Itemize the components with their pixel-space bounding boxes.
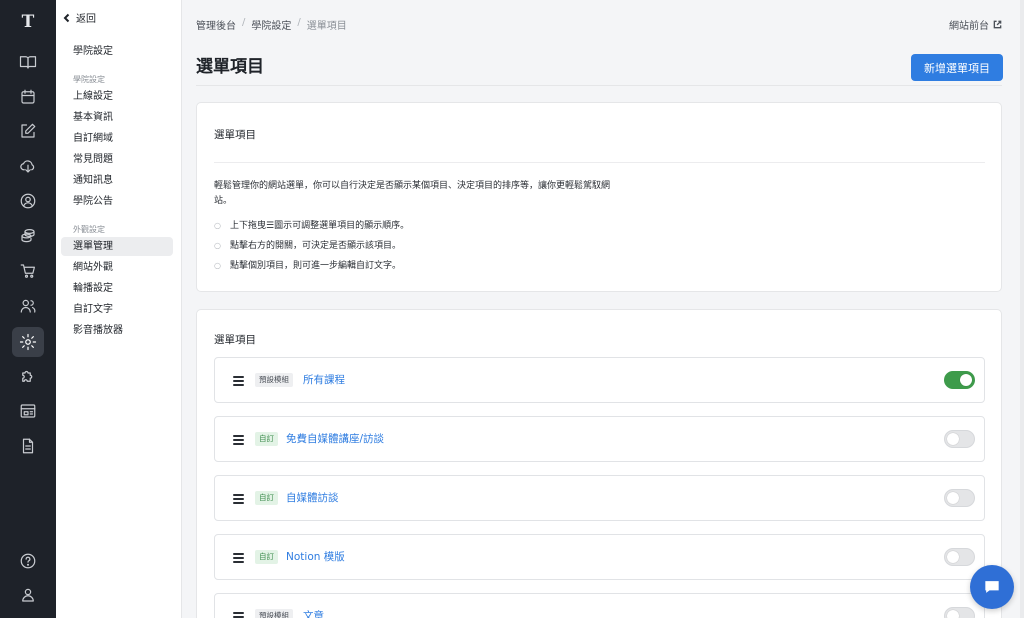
settings-sidebar: 返回 學院設定 學院設定 上線設定 基本資訊 自訂網域 常見問題 通知訊息 學院… [56,0,182,618]
info-card-title: 選單項目 [214,129,256,141]
drag-handle-icon[interactable] [233,376,244,386]
menu-items-card: 選單項目 預設模組 所有課程 自訂 免費自媒體講座/訪談 自訂 自媒體訪談 自訂… [196,309,1002,618]
cart-icon[interactable] [12,256,44,286]
main-content: 管理後台 / 學院設定 / 選單項目 網站前台 選單項目 新增選單項目 選單項目… [182,0,1024,618]
add-menu-item-button[interactable]: 新增選單項目 [911,54,1003,81]
external-link-icon [993,20,1002,29]
breadcrumb-academy-settings[interactable]: 學院設定 [251,17,291,32]
sidebar-item-site-appearance[interactable]: 網站外觀 [61,258,173,277]
chat-support-button[interactable] [970,565,1014,609]
drag-handle-icon[interactable] [233,435,244,445]
page-title: 選單項目 [196,57,264,77]
visibility-toggle[interactable] [944,371,975,389]
breadcrumb-separator: / [297,17,301,28]
sidebar-item-basic-info[interactable]: 基本資訊 [61,108,173,127]
breadcrumb-separator: / [242,17,246,28]
visibility-toggle[interactable] [944,548,975,566]
coins-icon[interactable] [12,221,44,251]
back-link[interactable]: 返回 [62,10,96,25]
account-icon[interactable] [12,580,44,610]
breadcrumb-admin[interactable]: 管理後台 [196,17,236,32]
chat-bubble-icon [985,581,999,593]
user-circle-icon[interactable] [12,186,44,216]
list-item: ○ 點擊右方的開關，可決定是否顯示該項目。 [214,241,402,251]
breadcrumb-current: 選單項目 [306,21,347,32]
menu-item-label[interactable]: Notion 模版 [286,549,345,564]
info-card: 選單項目 輕鬆管理你的網站選單，你可以自行決定是否顯示某個項目、決定項目的排序等… [196,102,1002,292]
front-site-link[interactable]: 網站前台 [949,17,1002,32]
badge-default-module: 預設模組 [255,609,293,618]
visibility-toggle[interactable] [944,430,975,448]
menu-item-row[interactable]: 預設模組 文章 [214,593,985,618]
sidebar-item-custom-domain[interactable]: 自訂網域 [61,129,173,148]
sidebar-item-announcements[interactable]: 學院公告 [61,192,173,211]
sidebar-group-appearance: 外觀設定 [73,225,105,234]
list-item: ○ 上下拖曳☰圖示可調整選單項目的顯示順序。 [214,221,410,231]
book-icon[interactable] [12,47,44,77]
visibility-toggle[interactable] [944,607,975,618]
back-label: 返回 [76,14,96,25]
info-description: 輕鬆管理你的網站選單，你可以自行決定是否顯示某個項目、決定項目的排序等，讓你更輕… [214,181,611,206]
menu-item-label[interactable]: 所有課程 [303,372,345,387]
menu-item-row[interactable]: 自訂 自媒體訪談 [214,475,985,521]
menu-item-row[interactable]: 自訂 免費自媒體講座/訪談 [214,416,985,462]
sidebar-item-notifications[interactable]: 通知訊息 [61,171,173,190]
menu-item-label[interactable]: 自媒體訪談 [286,490,339,505]
edit-icon[interactable] [12,116,44,146]
badge-custom: 自訂 [255,550,278,564]
sidebar-item-carousel[interactable]: 輪播設定 [61,279,173,298]
front-site-label: 網站前台 [949,21,989,32]
sidebar-item-faq[interactable]: 常見問題 [61,150,173,169]
menu-item-label[interactable]: 文章 [303,608,324,618]
sidebar-group-academy: 學院設定 [73,75,105,84]
menu-item-row[interactable]: 自訂 Notion 模版 [214,534,985,580]
sidebar-item-launch[interactable]: 上線設定 [61,87,173,106]
icon-rail: T [0,0,56,618]
divider [196,85,1002,86]
list-item: ○ 點擊個別項目，則可進一步編輯自訂文字。 [214,261,402,271]
help-icon[interactable] [12,546,44,576]
app-logo[interactable]: T [0,8,56,36]
sidebar-item-menu-management[interactable]: 選單管理 [61,237,173,256]
layout-icon[interactable] [12,396,44,426]
chevron-left-icon [63,13,70,22]
drag-handle-icon[interactable] [233,494,244,504]
breadcrumb: 管理後台 / 學院設定 / 選單項目 [196,17,347,32]
sidebar-item-video-player[interactable]: 影音播放器 [61,321,173,340]
gear-icon[interactable] [12,327,44,357]
scrollbar-track[interactable] [1020,0,1024,618]
sidebar-item-custom-text[interactable]: 自訂文字 [61,300,173,319]
sidebar-item-academy-settings[interactable]: 學院設定 [61,42,173,61]
menu-items-title: 選單項目 [214,334,256,346]
document-icon[interactable] [12,431,44,461]
cloud-download-icon[interactable] [12,151,44,181]
badge-default-module: 預設模組 [255,373,293,387]
drag-handle-icon[interactable] [233,612,244,618]
puzzle-icon[interactable] [12,361,44,391]
menu-item-row[interactable]: 預設模組 所有課程 [214,357,985,403]
visibility-toggle[interactable] [944,489,975,507]
drag-handle-icon[interactable] [233,553,244,563]
calendar-icon[interactable] [12,82,44,112]
info-bullets: ○ 上下拖曳☰圖示可調整選單項目的顯示順序。 ○ 點擊右方的開關，可決定是否顯示該項… [214,216,409,276]
menu-item-label[interactable]: 免費自媒體講座/訪談 [286,431,384,446]
divider [214,162,985,163]
badge-custom: 自訂 [255,432,278,446]
users-icon[interactable] [12,291,44,321]
badge-custom: 自訂 [255,491,278,505]
